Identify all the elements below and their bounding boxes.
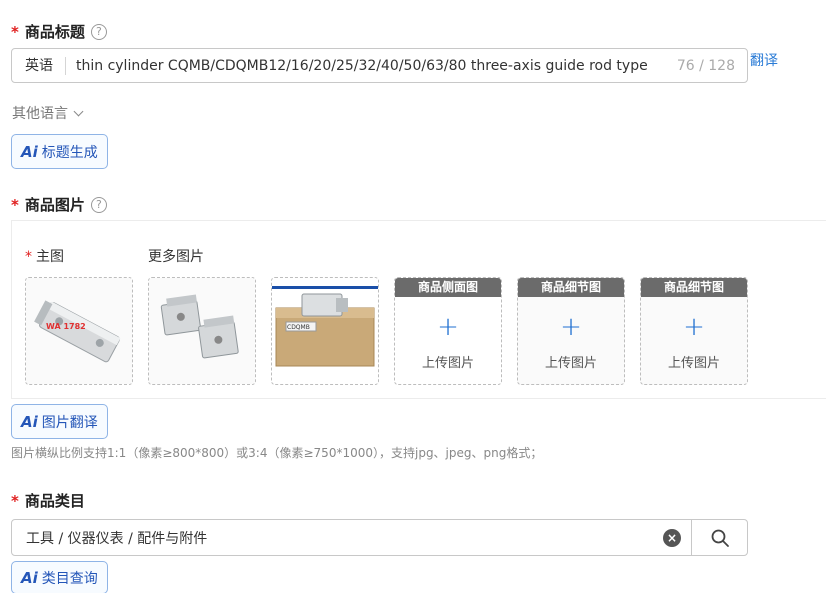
chevron-down-icon xyxy=(73,106,84,116)
ai-button-label: 类目查询 xyxy=(41,570,98,587)
main-image-thumbnail[interactable]: WA 1782 xyxy=(25,277,133,385)
other-languages-toggle[interactable]: 其他语言 xyxy=(12,103,84,123)
more-images-label: 更多图片 xyxy=(148,249,204,265)
category-value[interactable]: 工具 / 仪器仪表 / 配件与附件 xyxy=(12,528,663,548)
category-input[interactable]: 工具 / 仪器仪表 / 配件与附件 × xyxy=(11,519,748,556)
upload-label: 上传图片 xyxy=(421,356,474,371)
slot-header: 商品侧面图 xyxy=(395,278,501,297)
title-value[interactable]: thin cylinder CQMB/CDQMB12/16/20/25/32/4… xyxy=(66,58,677,74)
product-box-photo xyxy=(272,278,378,384)
required-mark: * xyxy=(11,195,19,214)
main-image-label: * 主图 xyxy=(25,249,64,265)
watermark-text: WA 1782 xyxy=(46,322,86,331)
upload-slot-side-view[interactable]: 商品侧面图 + 上传图片 xyxy=(394,277,502,385)
more-image-thumbnail[interactable]: CDQMB xyxy=(271,277,379,385)
category-section-heading: * 商品类目 xyxy=(11,490,85,511)
slot-header: 商品细节图 xyxy=(518,278,624,297)
image-format-hint: 图片横纵比例支持1:1（像素≥800*800）或3:4（像素≥750*1000）… xyxy=(11,446,543,460)
search-button[interactable] xyxy=(691,520,747,555)
character-count: 76 / 128 xyxy=(676,57,735,74)
section-label: 商品标题 xyxy=(24,23,85,41)
upload-label: 上传图片 xyxy=(667,356,720,371)
ai-button-label: 图片翻译 xyxy=(41,414,98,431)
cylinder-photo xyxy=(26,278,132,384)
ai-image-translate-button[interactable]: Ai 图片翻译 xyxy=(11,404,108,439)
upload-slot-detail[interactable]: 商品细节图 + 上传图片 xyxy=(517,277,625,385)
upload-label: 上传图片 xyxy=(544,356,597,371)
ai-category-query-button[interactable]: Ai 类目查询 xyxy=(11,561,108,593)
translate-link[interactable]: 翻译 xyxy=(750,50,778,70)
clear-icon[interactable]: × xyxy=(663,528,681,547)
plus-icon: + xyxy=(560,312,582,342)
section-label: 商品图片 xyxy=(24,196,85,214)
ai-icon: Ai xyxy=(21,568,38,587)
search-icon xyxy=(711,529,729,547)
ai-icon: Ai xyxy=(21,142,38,161)
slot-header: 商品细节图 xyxy=(641,278,747,297)
required-mark: * xyxy=(11,491,19,510)
title-input[interactable]: 英语 thin cylinder CQMB/CDQMB12/16/20/25/3… xyxy=(11,48,748,83)
cylinder-photo xyxy=(149,278,255,384)
help-icon[interactable]: ? xyxy=(90,196,107,213)
language-label: 英语 xyxy=(12,56,66,75)
upload-slot-detail[interactable]: 商品细节图 + 上传图片 xyxy=(640,277,748,385)
other-languages-label: 其他语言 xyxy=(12,106,68,122)
title-section-heading: * 商品标题 ? xyxy=(11,21,107,42)
help-icon[interactable]: ? xyxy=(90,23,107,40)
plus-icon: + xyxy=(437,312,459,342)
ai-title-generate-button[interactable]: Ai 标题生成 xyxy=(11,134,108,169)
more-image-thumbnail[interactable] xyxy=(148,277,256,385)
required-mark: * xyxy=(11,22,19,41)
section-label: 商品类目 xyxy=(24,492,85,510)
ai-button-label: 标题生成 xyxy=(41,144,98,161)
box-label-text: CDQMB xyxy=(287,324,310,331)
plus-icon: + xyxy=(683,312,705,342)
ai-icon: Ai xyxy=(21,412,38,431)
image-section-heading: * 商品图片 ? xyxy=(11,194,107,215)
